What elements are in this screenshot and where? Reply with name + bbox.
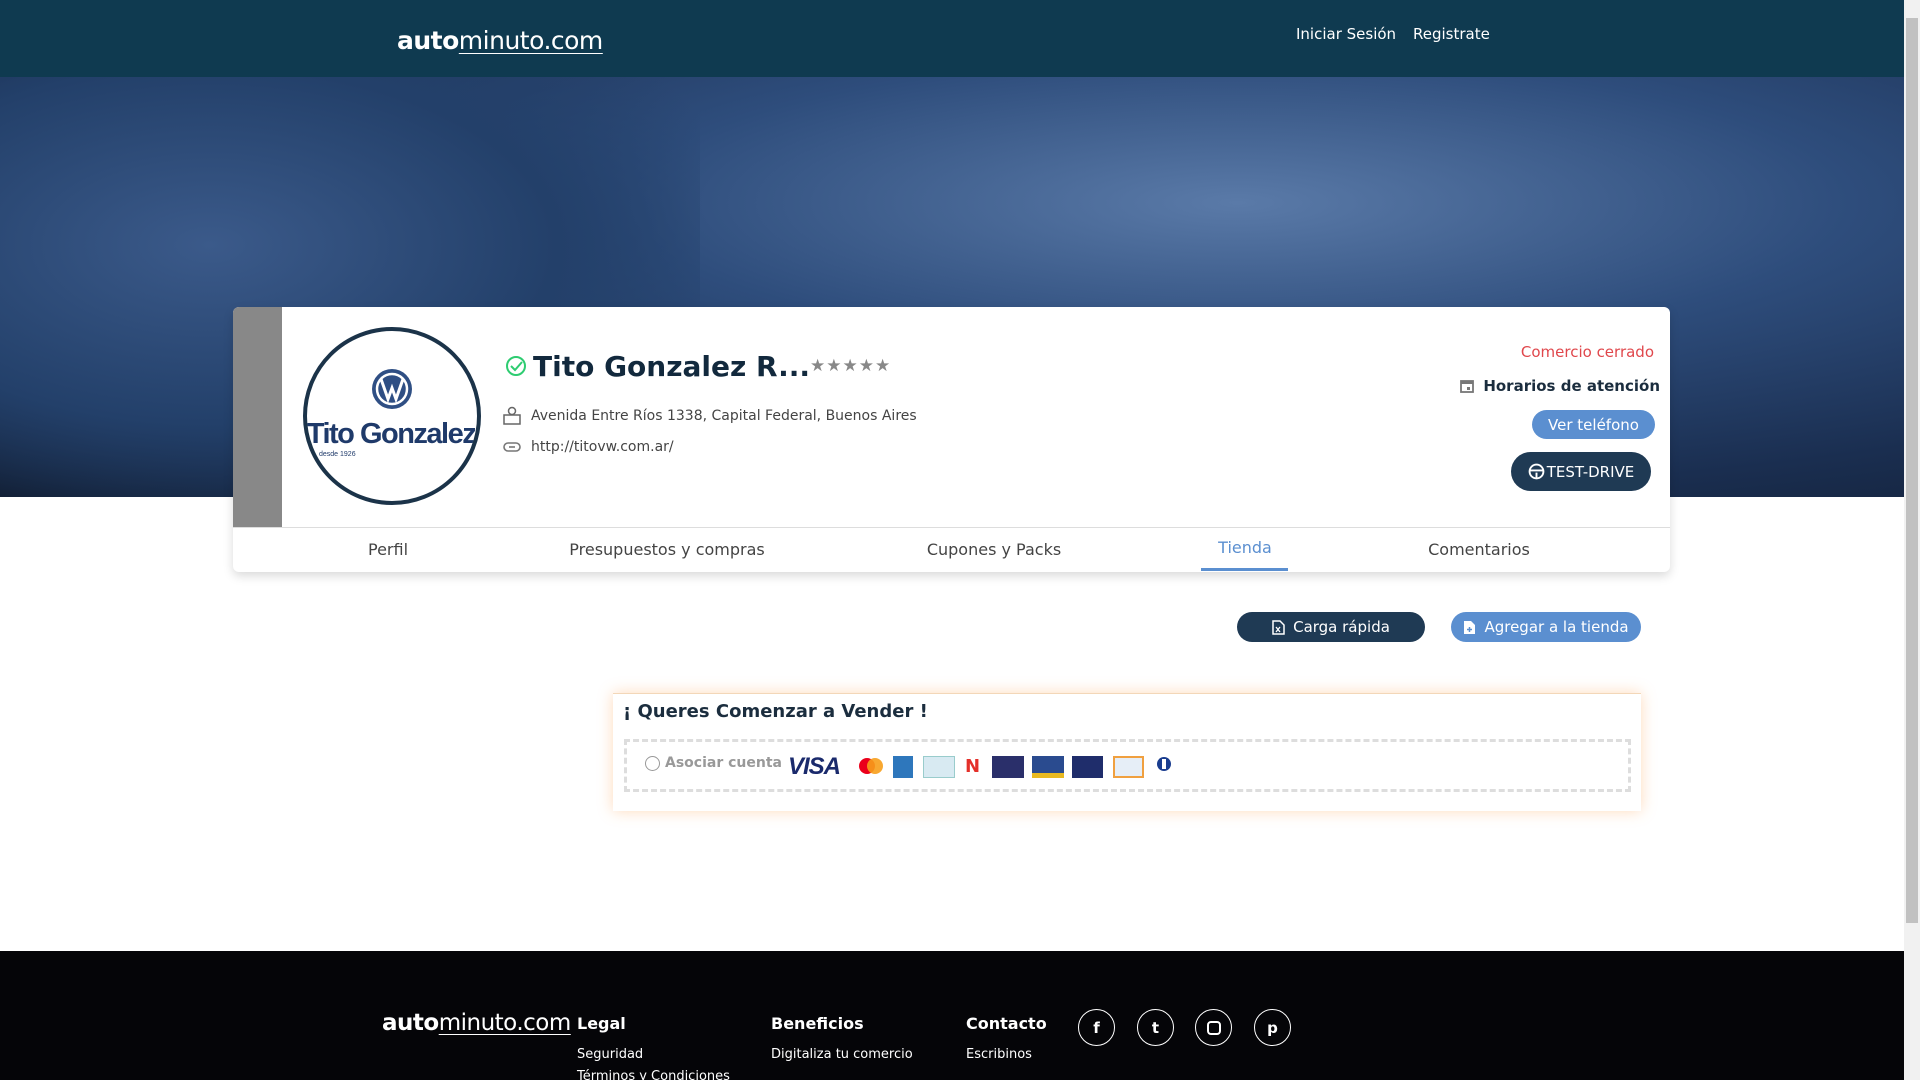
tab-presupuestos[interactable]: Presupuestos y compras: [569, 540, 764, 559]
shop-address: Avenida Entre Ríos 1338, Capital Federal…: [531, 408, 917, 424]
amex-icon: [893, 756, 913, 778]
quick-load-button[interactable]: Carga rápida: [1237, 612, 1425, 642]
radio-circle[interactable]: [645, 755, 660, 771]
footer: autominuto.com Legal Seguridad Términos …: [0, 951, 1904, 1084]
file-excel-icon: [1272, 619, 1285, 635]
nativa-icon: [992, 756, 1024, 778]
footer-contact-heading: Contacto: [966, 1014, 1047, 1033]
visa-icon: VISA: [788, 753, 841, 780]
shop-status: Comercio cerrado: [1520, 343, 1654, 361]
verified-check-icon: [506, 356, 526, 376]
facebook-icon[interactable]: f: [1078, 1009, 1115, 1046]
opening-hours[interactable]: Horarios de atención: [1459, 377, 1660, 395]
footer-link-digitaliza[interactable]: Digitaliza tu comercio: [771, 1047, 913, 1062]
file-plus-icon: [1464, 620, 1476, 634]
instagram-icon[interactable]: [1195, 1009, 1232, 1046]
card-side-strip: [233, 307, 282, 527]
pinterest-icon[interactable]: p: [1254, 1009, 1291, 1046]
map-location-icon: [503, 406, 521, 425]
start-selling-title: ¡ Queres Comenzar a Vender !: [623, 701, 928, 722]
footer-legal-heading: Legal: [577, 1014, 626, 1033]
active-tab-indicator: [1201, 568, 1288, 571]
cabal-icon: [1072, 756, 1103, 778]
footer-benefits-heading: Beneficios: [771, 1014, 864, 1033]
tab-perfil[interactable]: Perfil: [368, 540, 408, 559]
login-link[interactable]: Iniciar Sesión: [1296, 25, 1396, 43]
shop-avatar: Tito Gonzalez desde 1926: [303, 327, 481, 505]
quick-load-label: Carga rápida: [1293, 618, 1390, 636]
shop-name: Tito Gonzalez R...: [533, 350, 811, 383]
test-drive-label: TEST-DRIVE: [1546, 462, 1635, 481]
tab-cupones[interactable]: Cupones y Packs: [927, 540, 1061, 559]
svg-text:desde 1926: desde 1926: [319, 451, 356, 458]
tab-comentarios[interactable]: Comentarios: [1428, 540, 1530, 559]
mastercard-icon: [859, 758, 883, 774]
tab-tienda[interactable]: Tienda: [1218, 538, 1272, 557]
calendar-icon: [1460, 380, 1475, 393]
mercadopago-icon: [923, 756, 955, 778]
associate-account-radio[interactable]: Asociar cuenta: [645, 755, 782, 771]
vw-logo-icon: Tito Gonzalez desde 1926: [307, 369, 477, 458]
tarjeta-shopping-icon: [1032, 756, 1064, 778]
footer-link-escribinos[interactable]: Escribinos: [966, 1047, 1032, 1062]
associate-account-box: Asociar cuenta VISA N: [624, 739, 1631, 792]
view-phone-button[interactable]: Ver teléfono: [1532, 410, 1655, 439]
naranja-icon: N: [965, 756, 981, 777]
hours-label: Horarios de atención: [1483, 377, 1660, 395]
diners-club-icon: [1157, 757, 1171, 771]
start-selling-panel: ¡ Queres Comenzar a Vender ! Asociar cue…: [613, 693, 1641, 811]
shop-website-link[interactable]: http://titovw.com.ar/: [531, 439, 674, 455]
top-navbar: autominuto.com Iniciar Sesión Registrate: [0, 0, 1904, 77]
footer-link-seguridad[interactable]: Seguridad: [577, 1047, 643, 1062]
test-drive-button[interactable]: TEST-DRIVE: [1511, 452, 1651, 491]
steering-wheel-icon: [1528, 463, 1545, 480]
footer-logo[interactable]: autominuto.com: [382, 1010, 571, 1036]
associate-account-label: Asociar cuenta: [665, 755, 782, 771]
site-logo[interactable]: autominuto.com: [397, 26, 603, 55]
add-to-store-button[interactable]: Agregar a la tienda: [1451, 612, 1641, 642]
add-to-store-label: Agregar a la tienda: [1484, 618, 1629, 636]
register-link[interactable]: Registrate: [1413, 25, 1490, 43]
link-icon: [503, 442, 521, 452]
twitter-icon[interactable]: t: [1137, 1009, 1174, 1046]
scrollbar-thumb[interactable]: [1906, 18, 1918, 923]
profile-tabs: Perfil Presupuestos y compras Cupones y …: [233, 527, 1670, 572]
rating-stars[interactable]: ★★★★★: [810, 356, 891, 376]
footer-link-terminos[interactable]: Términos y Condiciones: [577, 1069, 730, 1084]
argencard-icon: [1113, 756, 1144, 778]
svg-text:Tito Gonzalez: Tito Gonzalez: [307, 418, 476, 450]
view-phone-label: Ver teléfono: [1548, 415, 1639, 434]
